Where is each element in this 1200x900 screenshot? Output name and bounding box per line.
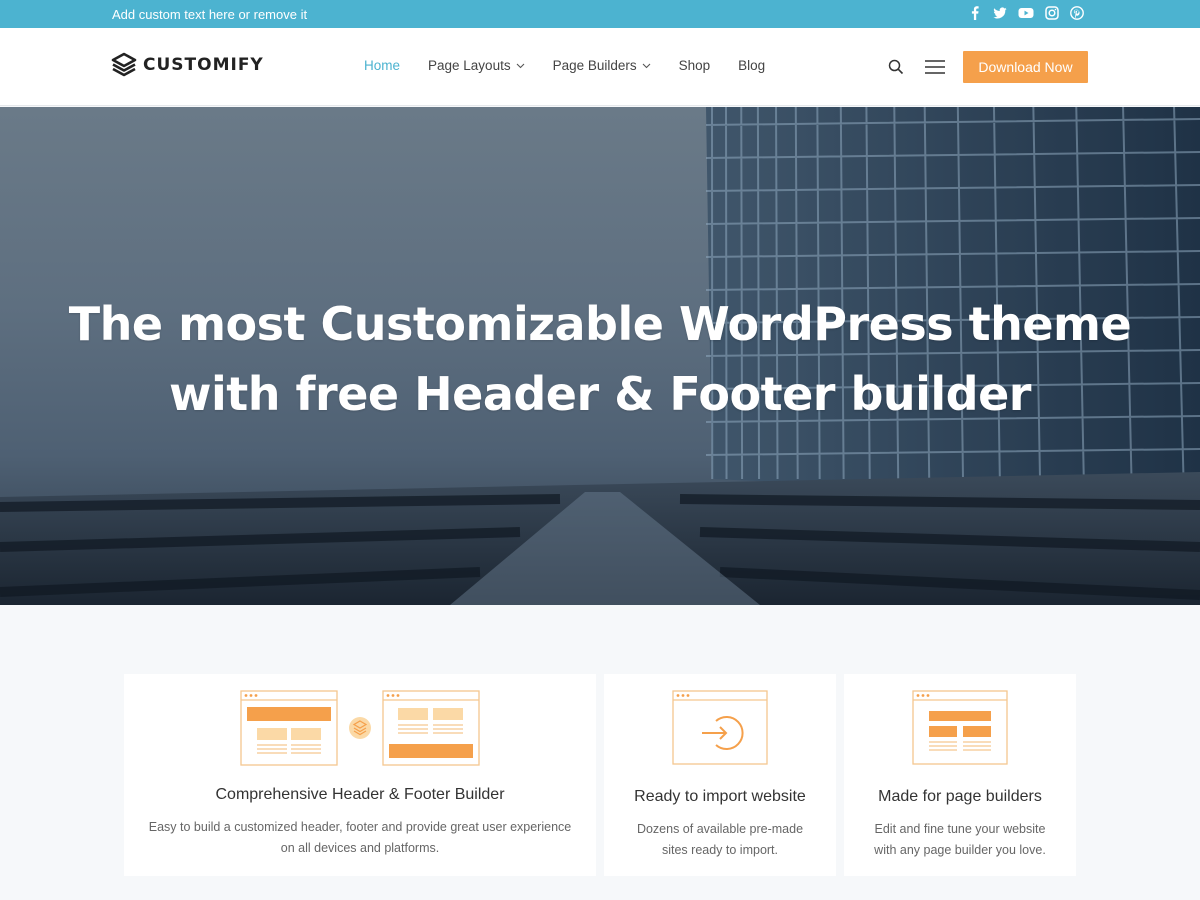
feature-title: Made for page builders	[878, 788, 1042, 805]
hero-title-line-1: The most Customizable WordPress theme	[68, 297, 1132, 351]
nav-page-layouts[interactable]: Page Layouts	[428, 58, 525, 73]
feature-description-line-1: Dozens of available pre-made	[636, 822, 804, 836]
facebook-icon[interactable]	[968, 6, 982, 20]
header-footer-illustration	[124, 690, 596, 766]
nav-page-layouts-label: Page Layouts	[428, 58, 511, 73]
feature-card-page-builders: Made for page builders Edit and fine tun…	[844, 674, 1076, 876]
download-now-button[interactable]: Download Now	[963, 51, 1088, 83]
feature-description: Dozens of available pre-made sites ready…	[604, 819, 836, 861]
logo-text: CUSTOMIFY	[143, 55, 264, 75]
feature-description-line-2: on all devices and platforms.	[280, 841, 440, 855]
feature-card-import: Ready to import website Dozens of availa…	[604, 674, 836, 876]
main-nav: Home Page Layouts Page Builders Shop Blo…	[364, 58, 793, 73]
nav-blog[interactable]: Blog	[738, 58, 765, 73]
nav-page-builders[interactable]: Page Builders	[553, 58, 651, 73]
feature-title: Comprehensive Header & Footer Builder	[215, 786, 505, 803]
features-section: Comprehensive Header & Footer Builder Ea…	[124, 674, 1076, 876]
nav-blog-label: Blog	[738, 58, 766, 73]
hamburger-menu-icon[interactable]	[925, 60, 945, 79]
nav-shop[interactable]: Shop	[679, 58, 711, 73]
feature-title: Ready to import website	[634, 788, 806, 805]
nav-home-label: Home	[364, 58, 401, 73]
top-bar-text: Add custom text here or remove it	[112, 7, 308, 22]
page-builders-illustration	[844, 690, 1076, 766]
nav-home[interactable]: Home	[364, 58, 400, 73]
hero-banner: The most Customizable WordPress theme wi…	[0, 107, 1200, 605]
social-links	[968, 6, 1084, 20]
top-bar: Add custom text here or remove it	[0, 0, 1200, 28]
site-header: CUSTOMIFY Home Page Layouts Page Builder…	[0, 28, 1200, 106]
hero-title-line-2: with free Header & Footer builder	[169, 367, 1032, 421]
nav-shop-label: Shop	[678, 58, 711, 73]
nav-page-builders-label: Page Builders	[552, 58, 637, 73]
logo[interactable]: CUSTOMIFY	[111, 52, 264, 78]
feature-description: Easy to build a customized header, foote…	[124, 817, 596, 859]
feature-description-line-1: Edit and fine tune your website	[874, 822, 1046, 836]
search-icon[interactable]	[888, 59, 904, 80]
chevron-down-icon	[642, 63, 651, 68]
import-illustration	[604, 690, 836, 766]
logo-icon	[111, 52, 137, 77]
chevron-down-icon	[516, 63, 524, 68]
feature-description-line-2: with any page builder you love.	[874, 843, 1046, 857]
youtube-icon[interactable]	[1018, 6, 1034, 20]
feature-description-line-1: Easy to build a customized header, foote…	[148, 820, 572, 834]
feature-description: Edit and fine tune your website with any…	[844, 819, 1076, 861]
twitter-icon[interactable]	[993, 6, 1007, 20]
feature-description-line-2: sites ready to import.	[661, 843, 778, 857]
instagram-icon[interactable]	[1045, 6, 1059, 20]
feature-card-header-footer: Comprehensive Header & Footer Builder Ea…	[124, 674, 596, 876]
pinterest-icon[interactable]	[1070, 6, 1084, 20]
hero-title: The most Customizable WordPress theme wi…	[0, 289, 1200, 429]
